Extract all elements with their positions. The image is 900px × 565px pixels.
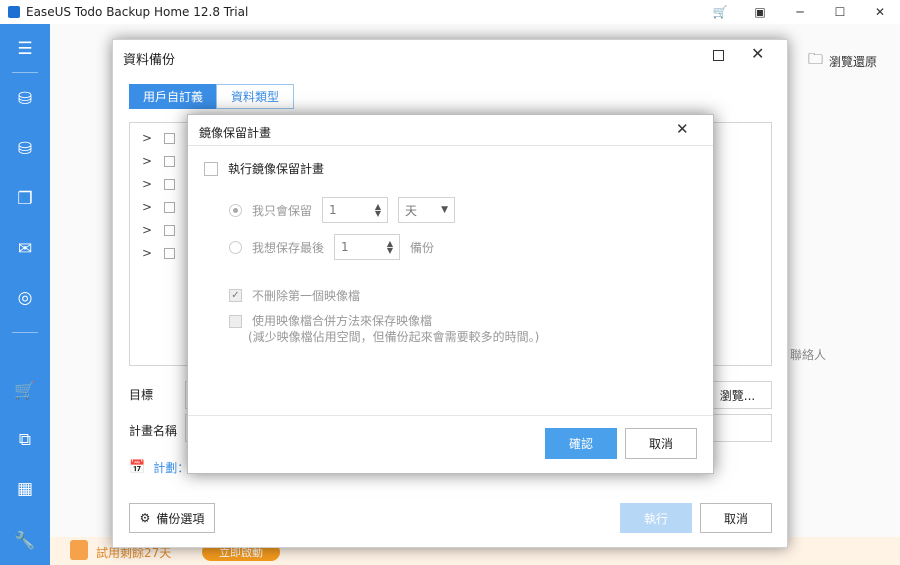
schedule-label: 計劃： [153,461,190,475]
target-label: 目標 [129,388,154,402]
merge-note: (減少映像檔佔用空間，但備份起來會需要較多的時間。) [248,330,540,344]
no-delete-first-label: 不刪除第一個映像檔 [252,289,361,303]
keep-last-label: 我想保存最後 [252,240,325,255]
keep-last-stepper[interactable]: 1 ▲ ▼ [334,234,401,260]
keep-last-value: 1 [341,240,349,254]
backup-options-button[interactable]: ⚙ 備份選項 [129,503,215,533]
schedule-link[interactable]: 📅 計劃： [129,459,189,476]
checkbox[interactable] [164,132,176,144]
keep-only-label: 我只會保留 [252,203,313,218]
cancel-button[interactable]: 取消 [625,428,697,459]
stepper-arrows-icon[interactable]: ▲ ▼ [375,203,381,218]
header-divider [188,145,713,146]
caret-down-icon: ▼ [441,205,449,215]
keep-only-row: 我只會保留 1 ▲ ▼ 天 ▼ [229,197,456,223]
tab-data-type[interactable]: 資料類型 [216,84,295,109]
backup-dialog-title: 資料備份 [123,53,176,68]
calendar-icon: 📅 [129,460,146,475]
close-button[interactable]: ✕ [860,0,900,24]
chevron-right-icon[interactable]: > [142,154,152,168]
disk-backup-icon[interactable]: ⛁ [0,84,50,114]
close-icon[interactable]: ✕ [751,44,764,63]
mail-backup-icon[interactable]: ✉ [0,234,50,264]
chevron-right-icon[interactable]: > [142,223,152,237]
app-logo-icon [8,6,20,18]
enable-retention-row[interactable]: 執行鏡像保留計畫 [204,160,324,177]
enable-retention-checkbox[interactable] [204,161,218,176]
hamburger-menu-icon[interactable]: ☰ [0,34,50,64]
keep-last-unit: 備份 [410,240,435,255]
checkbox[interactable] [164,178,176,190]
keep-last-row: 我想保存最後 1 ▲ ▼ 備份 [229,234,434,260]
keep-only-stepper[interactable]: 1 ▲ ▼ [322,197,389,223]
gear-icon: ⚙ [139,511,151,525]
chevron-right-icon[interactable]: > [142,131,152,145]
footer-divider [188,415,713,416]
merge-checkbox[interactable] [229,315,242,328]
tab-user-defined[interactable]: 用戶自訂義 [129,84,218,109]
keep-only-value: 1 [329,203,337,217]
sidebar-divider [12,72,38,73]
keep-unit-select[interactable]: 天 ▼ [398,197,456,223]
cart-sidebar-icon[interactable]: 🛒 [0,376,50,406]
no-delete-first-checkbox[interactable]: ✓ [229,289,242,302]
confirm-button[interactable]: 確認 [545,428,617,459]
checkbox[interactable] [164,155,176,167]
image-retention-dialog: 鏡像保留計畫 ✕ 執行鏡像保留計畫 我只會保留 1 ▲ ▼ 天 ▼ 我想保存最後 … [187,114,714,474]
system-backup-icon[interactable]: ⛁ [0,134,50,164]
browse-restore-button[interactable]: 🗀 瀏覽還原 [808,49,877,74]
browse-restore-label: 瀏覽還原 [829,55,878,69]
file-backup-icon[interactable]: ❐ [0,184,50,214]
smart-backup-icon[interactable]: ◎ [0,283,50,313]
plan-name-label: 計畫名稱 [129,424,178,438]
chevron-right-icon[interactable]: > [142,200,152,214]
checkbox[interactable] [164,201,176,213]
maximize-icon[interactable] [713,50,724,61]
checkbox[interactable] [164,224,176,236]
chevron-right-icon[interactable]: > [142,177,152,191]
sidebar: ☰ ⛁ ⛁ ❐ ✉ ◎ 🛒 ⧉ ▦ 🔧 [0,24,50,565]
tools-icon[interactable]: ▦ [0,474,50,504]
maximize-button[interactable]: ☐ [820,0,860,24]
stepper-arrows-icon[interactable]: ▲ ▼ [387,240,393,255]
chevron-right-icon[interactable]: > [142,246,152,260]
app-title: EaseUS Todo Backup Home 12.8 Trial [26,5,249,19]
folder-icon: 🗀 [808,50,824,68]
minimize-button[interactable]: ─ [780,0,820,24]
contacts-label: 聯絡人 [790,348,827,362]
cancel-backup-button[interactable]: 取消 [700,503,772,533]
merge-row: 使用映像檔合併方法來保存映像檔 (減少映像檔佔用空間，但備份起來會需要較多的時間… [229,313,539,345]
close-icon[interactable]: ✕ [676,120,689,138]
merge-label: 使用映像檔合併方法來保存映像檔 [252,314,433,328]
cart-icon[interactable]: 🛒 [700,0,740,24]
shopping-bag-icon [70,540,88,560]
menu-icon[interactable]: ▣ [740,0,780,24]
keep-last-radio[interactable] [229,240,242,254]
enable-retention-label: 執行鏡像保留計畫 [228,162,325,176]
keep-only-radio[interactable] [229,203,242,217]
backup-options-label: 備份選項 [156,511,205,526]
settings-wrench-icon[interactable]: 🔧 [0,526,50,556]
title-bar: EaseUS Todo Backup Home 12.8 Trial 🛒 ▣ ─… [0,0,900,24]
run-button[interactable]: 執行 [620,503,692,533]
clone-icon[interactable]: ⧉ [0,425,50,455]
sidebar-divider [12,332,38,333]
no-delete-first-row: ✓ 不刪除第一個映像檔 [229,287,360,304]
retention-dialog-title: 鏡像保留計畫 [199,126,272,140]
checkbox[interactable] [164,247,176,259]
keep-unit-value: 天 [405,203,418,218]
